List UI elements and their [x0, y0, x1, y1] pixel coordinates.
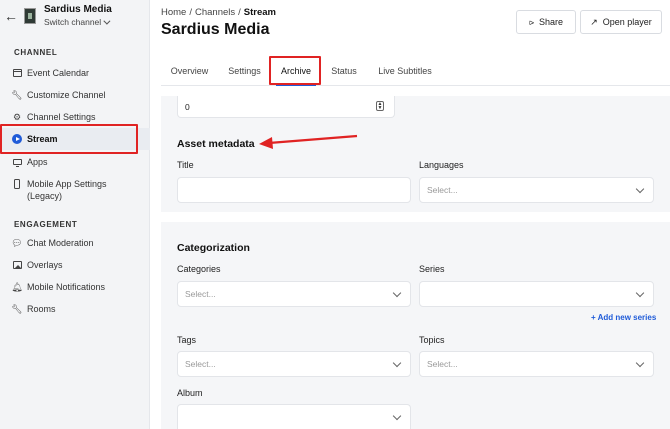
tags-select[interactable]: Select... — [177, 351, 411, 377]
share-icon: ⪧ — [528, 16, 535, 27]
breadcrumb-current: Stream — [243, 7, 276, 18]
open-player-label: Open player — [602, 17, 652, 27]
sidebar-item-customize-channel[interactable]: 🔧︎ Customize Channel — [0, 84, 150, 106]
sidebar-item-label: Mobile App Settings — [27, 179, 107, 189]
highlight-box-archive — [269, 56, 321, 85]
breadcrumb: Home / Channels / Stream — [161, 7, 276, 18]
chevron-down-icon — [392, 288, 402, 298]
title-input[interactable] — [177, 177, 411, 203]
monitor-icon — [12, 157, 22, 167]
tab-live-subtitles[interactable]: Live Subtitles — [367, 56, 443, 85]
wrench-icon: 🔧︎ — [11, 89, 23, 100]
sidebar-item-rooms[interactable]: 🔧︎ Rooms — [0, 298, 150, 320]
highlight-box-stream — [0, 124, 138, 154]
sidebar-item-label: Customize Channel — [27, 90, 106, 100]
calendar-icon — [12, 68, 22, 78]
section-title-engagement: ENGAGEMENT — [14, 220, 78, 229]
chevron-down-icon — [392, 358, 402, 368]
categories-select[interactable]: Select... — [177, 281, 411, 307]
tags-placeholder: Select... — [185, 359, 216, 369]
back-arrow-icon[interactable]: ← — [4, 8, 18, 24]
chevron-down-icon — [635, 358, 645, 368]
breadcrumb-home[interactable]: Home — [161, 7, 186, 18]
sidebar-item-event-calendar[interactable]: Event Calendar — [0, 62, 150, 84]
archive-form-panel: 0 ▲ ▼ Asset metadata Title Languages Sele… — [161, 96, 670, 429]
sidebar-item-label: Mobile Notifications — [27, 282, 106, 292]
album-label: Album — [177, 388, 203, 398]
stepper-icon[interactable]: ▲ ▼ — [376, 101, 384, 111]
share-label: Share — [539, 17, 564, 27]
gear-icon: ⚙ — [12, 111, 22, 122]
sidebar: ← Sardius Media Switch channel CHANNEL E… — [0, 0, 150, 429]
languages-select[interactable]: Select... — [419, 177, 654, 203]
chevron-down-icon — [635, 184, 645, 194]
chevron-down-icon — [392, 411, 402, 421]
wrench-icon: 🔧︎ — [11, 303, 23, 314]
channel-name: Sardius Media — [44, 4, 112, 15]
languages-label: Languages — [419, 160, 464, 170]
categories-placeholder: Select... — [185, 289, 216, 299]
number-value: 0 — [185, 101, 190, 112]
switch-channel-label: Switch channel — [44, 17, 102, 27]
annotation-arrow-icon — [259, 134, 358, 149]
title-label: Title — [177, 160, 194, 170]
image-icon — [12, 260, 22, 270]
album-select[interactable] — [177, 404, 411, 429]
phone-icon — [12, 179, 22, 189]
section-divider — [161, 212, 670, 222]
languages-placeholder: Select... — [427, 185, 458, 195]
tab-overview[interactable]: Overview — [161, 56, 218, 85]
tags-label: Tags — [177, 335, 197, 345]
add-new-series-link[interactable]: + Add new series — [591, 313, 656, 322]
categorization-heading: Categorization — [177, 242, 250, 254]
external-link-icon: ↗ — [590, 16, 598, 27]
sidebar-item-mobile-notifications[interactable]: 🔔︎ Mobile Notifications — [0, 276, 150, 298]
sidebar-item-overlays[interactable]: Overlays — [0, 254, 150, 276]
chat-bubbles-icon: 💬︎ — [11, 237, 23, 248]
sidebar-item-apps[interactable]: Apps — [0, 151, 150, 173]
chevron-down-icon — [635, 288, 645, 298]
share-button[interactable]: ⪧ Share — [516, 10, 576, 34]
series-select[interactable] — [419, 281, 654, 307]
topics-select[interactable]: Select... — [419, 351, 654, 377]
page-title: Sardius Media — [161, 21, 270, 38]
sidebar-item-label-sub: (Legacy) — [27, 191, 63, 201]
sidebar-item-label: Channel Settings — [27, 112, 96, 122]
breadcrumb-channels[interactable]: Channels — [195, 7, 235, 18]
asset-metadata-heading: Asset metadata — [177, 138, 255, 150]
topics-placeholder: Select... — [427, 359, 458, 369]
chevron-down-icon — [103, 17, 111, 25]
bell-icon: 🔔︎ — [11, 281, 23, 292]
open-player-button[interactable]: ↗ Open player — [580, 10, 662, 34]
tab-settings[interactable]: Settings — [218, 56, 271, 85]
channel-logo — [24, 8, 36, 24]
sidebar-item-label: Apps — [27, 157, 48, 167]
sidebar-item-label: Rooms — [27, 304, 56, 314]
sidebar-item-label-group: Mobile App Settings (Legacy) — [27, 178, 107, 202]
topics-label: Topics — [419, 335, 445, 345]
switch-channel-button[interactable]: Switch channel — [44, 17, 111, 27]
number-input[interactable]: 0 ▲ ▼ — [177, 96, 395, 118]
sidebar-item-chat-moderation[interactable]: 💬︎ Chat Moderation — [0, 232, 150, 254]
tab-status[interactable]: Status — [321, 56, 367, 85]
sidebar-item-label: Chat Moderation — [27, 238, 94, 248]
categories-label: Categories — [177, 264, 221, 274]
tab-bar: Overview Settings Archive Status Live Su… — [161, 56, 670, 86]
main-content: Home / Channels / Stream Sardius Media ⪧ Shar… — [150, 0, 670, 429]
sidebar-item-label: Overlays — [27, 260, 63, 270]
section-title-channel: CHANNEL — [14, 48, 58, 57]
sidebar-item-label: Event Calendar — [27, 68, 90, 78]
channel-header: ← Sardius Media Switch channel — [0, 0, 150, 36]
series-label: Series — [419, 264, 445, 274]
sidebar-item-mobile-app-settings[interactable]: Mobile App Settings (Legacy) — [0, 178, 150, 204]
